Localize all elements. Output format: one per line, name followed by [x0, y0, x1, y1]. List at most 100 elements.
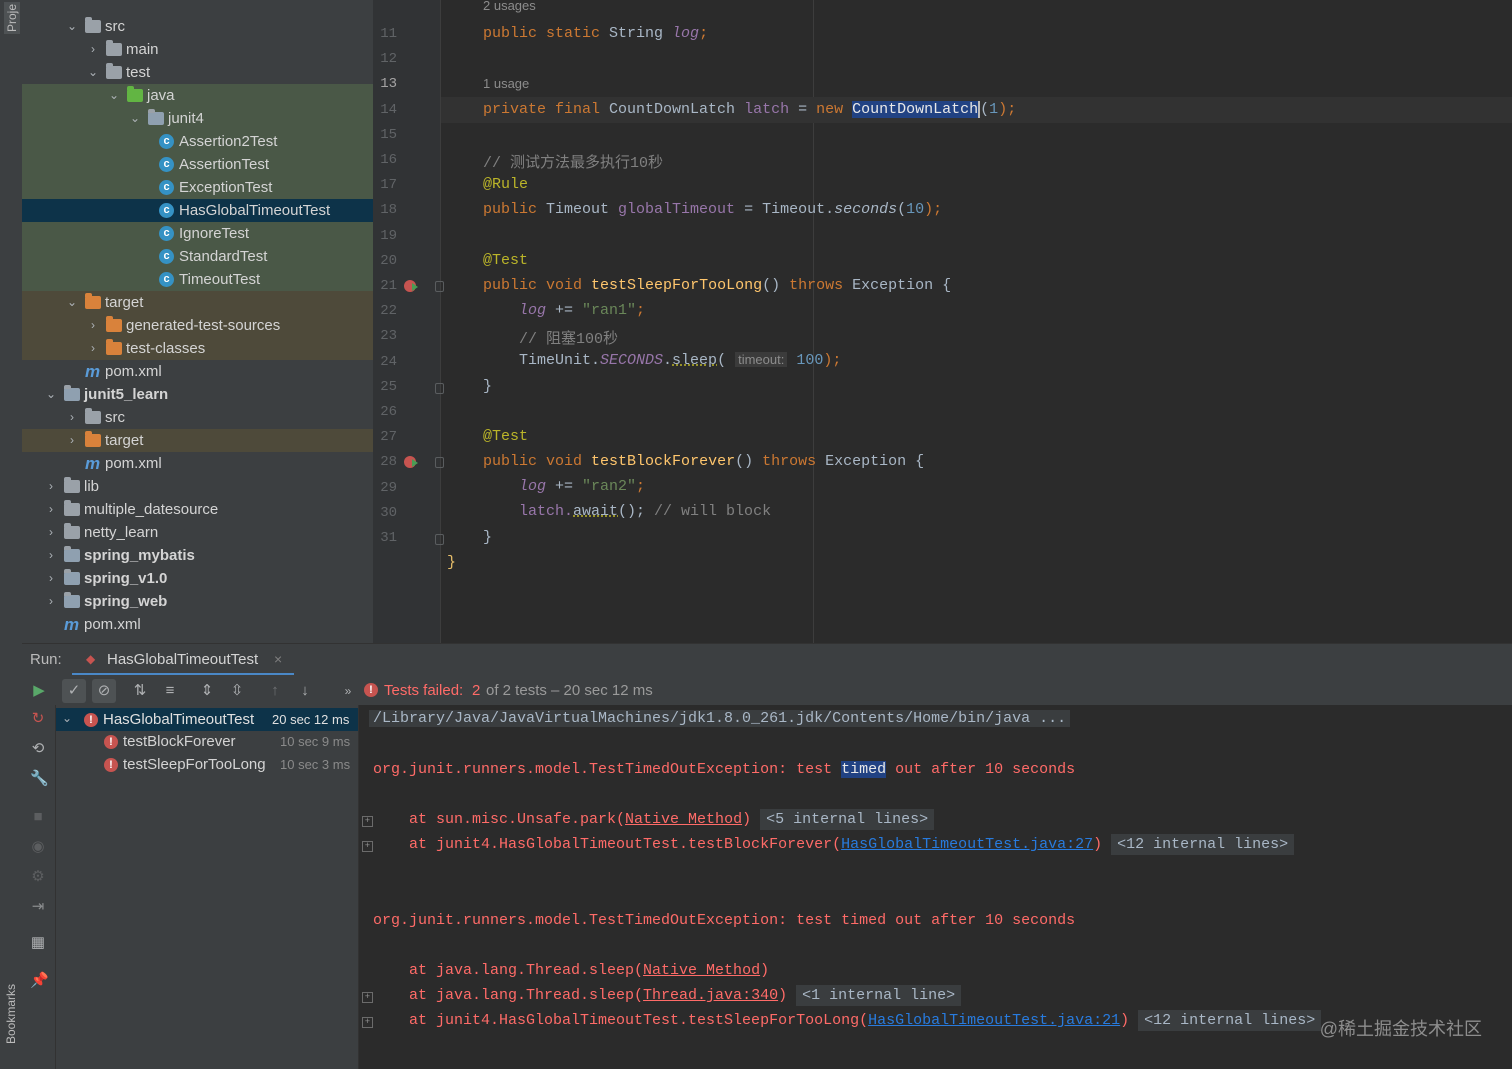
chevron-down-icon[interactable]: ⌄ [129, 107, 141, 130]
chevron-right-icon[interactable]: › [66, 406, 78, 429]
run-tab[interactable]: ◆ HasGlobalTimeoutTest × [72, 644, 294, 676]
tree-item[interactable]: › main [22, 38, 373, 61]
tree-item[interactable]: ⌄ junit5_learn [22, 383, 373, 406]
stack-link[interactable]: Native Method [625, 811, 742, 828]
next-failed-icon[interactable]: ↓ [297, 683, 313, 699]
test-row[interactable]: ! testSleepForTooLong 10 sec 3 ms [56, 754, 358, 777]
expand-all-icon[interactable]: ⇕ [199, 683, 215, 699]
code-line-31[interactable]: } [447, 554, 456, 571]
run-test-gutter-icon[interactable] [404, 456, 418, 468]
code-line-22[interactable]: // 阻塞100秒 [519, 327, 618, 348]
source-link[interactable]: HasGlobalTimeoutTest.java:27 [841, 836, 1093, 853]
tree-item[interactable]: c IgnoreTest [22, 222, 373, 245]
code-line-28[interactable]: log += "ran2"; [519, 478, 645, 495]
code-line-13[interactable]: private final CountDownLatch latch = new… [483, 101, 1016, 118]
rerun-failed-icon[interactable]: ↻ [30, 711, 46, 727]
fold-marker[interactable] [435, 281, 444, 292]
chevron-down-icon[interactable]: ⌄ [62, 711, 72, 725]
code-line-20[interactable]: public void testSleepForTooLong() throws… [483, 277, 951, 294]
more-icon[interactable]: » [340, 683, 356, 699]
chevron-down-icon[interactable]: ⌄ [108, 84, 120, 107]
stack-link[interactable]: Native Method [643, 962, 760, 979]
toggle-auto-test-icon[interactable]: ⟲ [30, 741, 46, 757]
usage-hint[interactable]: 2 usages [483, 0, 536, 13]
show-ignored-icon[interactable]: ⊘ [92, 679, 116, 703]
tree-item[interactable]: › target [22, 429, 373, 452]
chevron-right-icon[interactable]: › [45, 544, 57, 567]
tree-item[interactable]: › spring_web [22, 590, 373, 613]
source-link[interactable]: HasGlobalTimeoutTest.java:21 [868, 1012, 1120, 1029]
fold-marker[interactable] [435, 534, 444, 545]
camera-icon[interactable]: ◉ [30, 839, 46, 855]
tree-item[interactable]: c AssertionTest [22, 153, 373, 176]
tree-item[interactable]: › spring_v1.0 [22, 567, 373, 590]
tree-item-selected[interactable]: c HasGlobalTimeoutTest [22, 199, 373, 222]
tree-item[interactable]: m pom.xml [22, 452, 373, 475]
chevron-right-icon[interactable]: › [87, 337, 99, 360]
tree-item[interactable]: ⌄ test [22, 61, 373, 84]
fold-marker[interactable] [435, 383, 444, 394]
tree-item[interactable]: c ExceptionTest [22, 176, 373, 199]
chevron-right-icon[interactable]: › [45, 521, 57, 544]
internal-lines-fold[interactable]: <1 internal line> [796, 985, 962, 1006]
fold-marker[interactable] [435, 457, 444, 468]
expand-icon[interactable]: + [362, 816, 373, 827]
sort-duration-icon[interactable]: ≡ [162, 683, 178, 699]
test-row[interactable]: ! testBlockForever 10 sec 9 ms [56, 731, 358, 754]
code-line-19[interactable]: @Test [483, 252, 528, 269]
previous-failed-icon[interactable]: ↑ [267, 683, 283, 699]
exit-icon[interactable]: ⇥ [30, 899, 46, 915]
tree-item[interactable]: › generated-test-sources [22, 314, 373, 337]
tree-item[interactable]: › lib [22, 475, 373, 498]
close-icon[interactable]: × [274, 651, 282, 667]
code-line-21[interactable]: log += "ran1"; [519, 302, 645, 319]
chevron-down-icon[interactable]: ⌄ [66, 15, 78, 38]
code-line-26[interactable]: @Test [483, 428, 528, 445]
chevron-down-icon[interactable]: ⌄ [45, 383, 57, 406]
source-link[interactable]: Thread.java:340 [643, 987, 778, 1004]
layout-icon[interactable]: ▦ [30, 935, 46, 951]
chevron-right-icon[interactable]: › [66, 429, 78, 452]
rerun-icon[interactable]: ▶ [31, 683, 47, 699]
code-editor[interactable]: 11 12 13 14 15 16 17 18 19 20 21 22 23 24 25 26 27 28 29 30… [373, 0, 1512, 643]
tree-item[interactable]: › multiple_datesource [22, 498, 373, 521]
tree-item[interactable]: ⌄ java [22, 84, 373, 107]
project-tool-tab[interactable]: Proje [4, 2, 20, 35]
chevron-right-icon[interactable]: › [45, 590, 57, 613]
tree-item[interactable]: c Assertion2Test [22, 130, 373, 153]
tree-item[interactable]: c TimeoutTest [22, 268, 373, 291]
test-row-selected[interactable]: ⌄ ! HasGlobalTimeoutTest 20 sec 12 ms [56, 708, 358, 731]
tree-item[interactable]: ⌄ junit4 [22, 107, 373, 130]
run-test-gutter-icon[interactable] [404, 280, 418, 292]
code-line-27[interactable]: public void testBlockForever() throws Ex… [483, 453, 924, 470]
chevron-right-icon[interactable]: › [45, 567, 57, 590]
tree-item[interactable]: m pom.xml [22, 613, 373, 636]
tree-item[interactable]: c StandardTest [22, 245, 373, 268]
chevron-right-icon[interactable]: › [45, 475, 57, 498]
wrench-icon[interactable]: 🔧 [30, 771, 49, 787]
tree-item[interactable]: ⌄ target [22, 291, 373, 314]
expand-icon[interactable]: + [362, 992, 373, 1003]
tree-item[interactable]: › test-classes [22, 337, 373, 360]
code-line-15[interactable]: // 测试方法最多执行10秒 [483, 151, 663, 172]
tree-item[interactable]: › src [22, 406, 373, 429]
sort-alpha-icon[interactable]: ⇅ [132, 683, 148, 699]
expand-icon[interactable]: + [362, 1017, 373, 1028]
code-line-23[interactable]: TimeUnit.SECONDS.sleep( timeout: 100); [519, 352, 841, 369]
command-line[interactable]: /Library/Java/JavaVirtualMachines/jdk1.8… [369, 710, 1071, 727]
code-line-11[interactable]: public static String log; [483, 25, 708, 42]
chevron-down-icon[interactable]: ⌄ [87, 61, 99, 84]
tree-item[interactable]: › spring_mybatis [22, 544, 373, 567]
tree-item[interactable]: m pom.xml [22, 360, 373, 383]
internal-lines-fold[interactable]: <5 internal lines> [760, 809, 935, 830]
settings-icon[interactable]: ⚙ [30, 869, 46, 885]
chevron-right-icon[interactable]: › [87, 314, 99, 337]
chevron-right-icon[interactable]: › [87, 38, 99, 61]
code-line-16[interactable]: @Rule [483, 176, 528, 193]
chevron-down-icon[interactable]: ⌄ [66, 291, 78, 314]
collapse-all-icon[interactable]: ⇳ [229, 683, 245, 699]
expand-icon[interactable]: + [362, 841, 373, 852]
internal-lines-fold[interactable]: <12 internal lines> [1111, 834, 1295, 855]
code-line-24[interactable]: } [483, 378, 492, 395]
pin-icon[interactable]: 📌 [30, 973, 49, 989]
